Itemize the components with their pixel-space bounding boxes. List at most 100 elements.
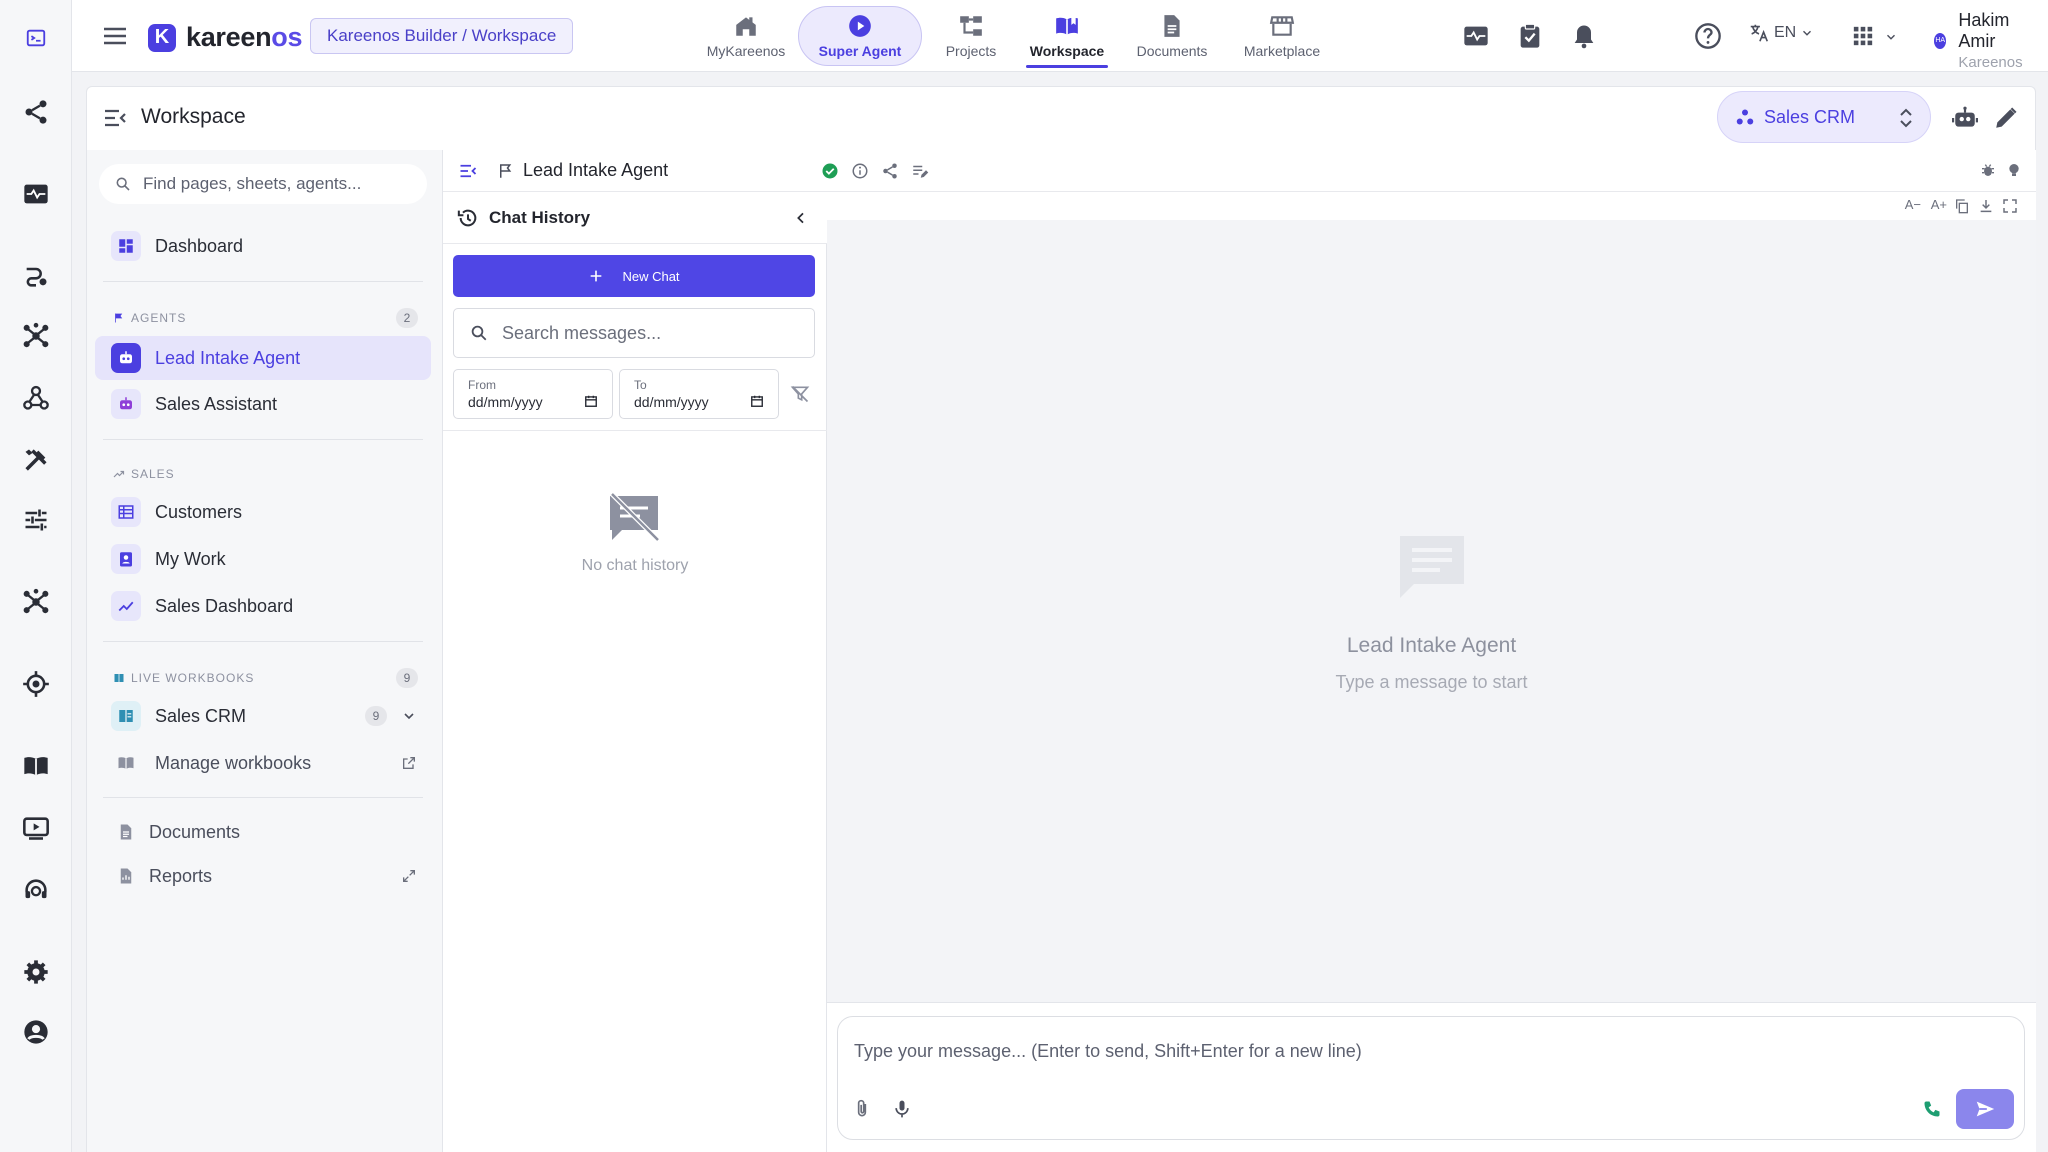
chat-off-icon	[610, 492, 660, 542]
nav-super-agent[interactable]: Super Agent	[798, 6, 922, 66]
calendar-icon[interactable]	[584, 394, 598, 408]
phone-icon[interactable]	[1922, 1099, 1942, 1119]
edit-pencil-icon[interactable]	[1993, 105, 2019, 131]
send-icon	[1976, 1101, 1995, 1117]
chevron-left-icon[interactable]	[793, 210, 809, 226]
date-to-input[interactable]: To dd/mm/yyyy	[619, 369, 779, 419]
search-icon	[471, 325, 487, 341]
breadcrumb[interactable]: Kareenos Builder / Workspace	[310, 18, 574, 54]
empty-history-text: No chat history	[581, 557, 689, 574]
bell-icon[interactable]	[1570, 22, 1598, 50]
fullscreen-icon[interactable]	[2002, 198, 2018, 214]
workbook-select[interactable]: Sales CRM	[1717, 91, 1931, 143]
workbook-dots-icon	[1736, 109, 1754, 125]
sidebar-item-documents[interactable]: Documents	[95, 810, 431, 854]
send-button[interactable]	[1956, 1089, 2014, 1129]
workbook-icon	[111, 701, 141, 731]
sidebar-item-manage-workbooks[interactable]: Manage workbooks	[95, 741, 431, 785]
date-from-input[interactable]: From dd/mm/yyyy	[453, 369, 613, 419]
nav-marketplace[interactable]: Marketplace	[1232, 6, 1332, 66]
toggle-history-icon[interactable]	[459, 162, 477, 180]
play-circle-icon	[849, 15, 871, 37]
sidebar-item-sales-assistant[interactable]: Sales Assistant	[95, 382, 431, 426]
sidebar-item-my-work[interactable]: My Work	[95, 537, 431, 581]
task-clipboard-icon[interactable]	[1516, 22, 1544, 50]
hub-icon[interactable]	[14, 580, 58, 624]
nav-workspace[interactable]: Workspace	[1026, 6, 1108, 68]
agent-flag-icon	[500, 164, 512, 178]
robot-icon[interactable]	[1951, 105, 1979, 131]
nav-projects[interactable]: Projects	[928, 6, 1014, 66]
message-search-input[interactable]: Search messages...	[453, 308, 815, 358]
target-icon[interactable]	[14, 662, 58, 706]
font-decrease-icon[interactable]: A−	[1905, 197, 1921, 212]
sidebar-search-input[interactable]: Find pages, sheets, agents...	[99, 164, 427, 204]
share-icon[interactable]	[881, 162, 899, 180]
info-icon[interactable]	[851, 162, 869, 180]
report-icon	[111, 861, 141, 891]
nav-documents[interactable]: Documents	[1126, 6, 1218, 66]
download-icon[interactable]	[1978, 198, 1994, 214]
divider	[103, 439, 423, 440]
trending-chart-icon	[111, 591, 141, 621]
tools-icon[interactable]	[14, 438, 58, 482]
copy-icon[interactable]	[1954, 198, 1970, 214]
hub-icon[interactable]	[14, 314, 58, 358]
collapse-sidebar-icon[interactable]	[103, 107, 127, 129]
sidebar-item-reports[interactable]: Reports	[95, 854, 431, 898]
search-icon	[116, 177, 130, 191]
user-menu[interactable]: HA Hakim Amir Kareenos	[1934, 10, 2048, 71]
menu-icon[interactable]	[102, 24, 128, 48]
top-bar: K kareenos Kareenos Builder / Workspace …	[72, 0, 2048, 72]
book-icon[interactable]	[14, 744, 58, 788]
language-selector[interactable]: EN	[1748, 22, 1814, 44]
calendar-icon[interactable]	[750, 394, 764, 408]
agent-flag-icon	[115, 313, 123, 323]
robot-icon	[111, 343, 141, 373]
app-logo[interactable]: K kareenos	[148, 22, 302, 53]
sidebar-item-sales-crm[interactable]: Sales CRM 9	[95, 694, 431, 738]
workbook-icon	[114, 674, 124, 682]
message-composer[interactable]: Type your message... (Enter to send, Shi…	[837, 1016, 2025, 1140]
webhook-icon[interactable]	[14, 376, 58, 420]
microphone-icon[interactable]	[892, 1099, 912, 1119]
terminal-icon[interactable]	[14, 16, 58, 60]
share-icon[interactable]	[14, 90, 58, 134]
monitor-heart-icon[interactable]	[1462, 22, 1490, 50]
account-circle-icon[interactable]	[14, 1010, 58, 1054]
home-icon	[736, 17, 756, 36]
sidebar-item-dashboard[interactable]: Dashboard	[95, 224, 431, 268]
section-label-live-workbooks: LIVE WORKBOOKS	[113, 671, 254, 685]
sidebar-item-lead-intake-agent[interactable]: Lead Intake Agent	[95, 336, 431, 380]
sidebar-item-customers[interactable]: Customers	[95, 490, 431, 534]
workbook-count-badge: 9	[365, 706, 387, 726]
apps-grid-icon[interactable]	[1852, 25, 1874, 47]
clear-filter-icon[interactable]	[790, 384, 810, 404]
video-library-icon[interactable]	[14, 806, 58, 850]
font-increase-icon[interactable]: A+	[1931, 197, 1947, 212]
monitor-heart-icon[interactable]	[14, 172, 58, 216]
help-icon[interactable]	[1694, 22, 1722, 50]
hierarchy-icon	[960, 16, 982, 36]
attach-icon[interactable]	[852, 1099, 872, 1119]
chevron-down-icon[interactable]	[1884, 30, 1898, 44]
edit-note-icon[interactable]	[911, 162, 929, 180]
expand-icon[interactable]	[401, 868, 417, 884]
chevron-down-icon[interactable]	[401, 708, 417, 724]
nav-mykareenos[interactable]: MyKareenos	[690, 6, 802, 66]
support-agent-icon[interactable]	[14, 868, 58, 912]
bug-icon[interactable]	[1980, 162, 1996, 178]
open-external-icon[interactable]	[401, 755, 417, 771]
sidebar-item-label: Sales Dashboard	[155, 595, 294, 616]
date-to-value: dd/mm/yyyy	[634, 394, 709, 410]
settings-gear-icon[interactable]	[14, 950, 58, 994]
chat-history-title: Chat History	[489, 208, 591, 227]
storefront-icon	[1269, 16, 1295, 36]
sidebar-item-sales-dashboard[interactable]: Sales Dashboard	[95, 584, 431, 628]
nav-label: Workspace	[1029, 43, 1105, 59]
table-grid-icon	[111, 497, 141, 527]
new-chat-button[interactable]: New Chat	[453, 255, 815, 297]
lightbulb-icon[interactable]	[2006, 162, 2022, 178]
tune-icon[interactable]	[14, 498, 58, 542]
route-icon[interactable]	[14, 254, 58, 298]
